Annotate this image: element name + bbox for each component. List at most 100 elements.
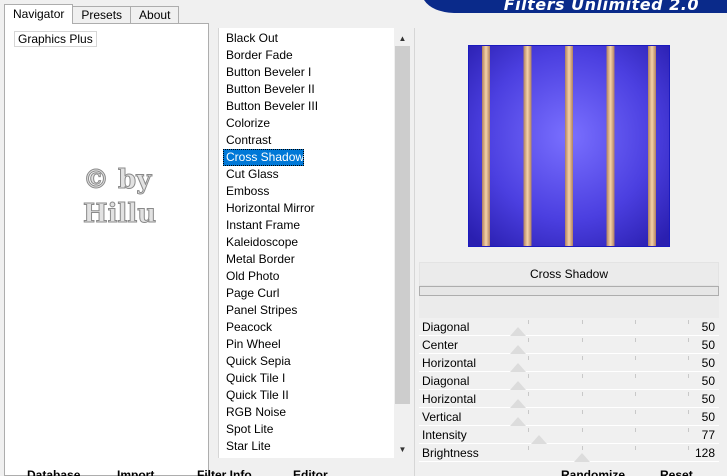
param-slider[interactable] xyxy=(475,372,689,390)
slider-thumb[interactable] xyxy=(510,327,526,336)
slider-tick xyxy=(528,320,529,324)
param-row: Horizontal 50 xyxy=(419,390,719,408)
filter-list-item[interactable]: Border Fade xyxy=(223,47,293,64)
tab-about[interactable]: About xyxy=(130,6,180,24)
filter-list-item[interactable]: Quick Tile I xyxy=(223,370,285,387)
param-slider[interactable] xyxy=(475,426,689,444)
watermark-logo: © by Hillu xyxy=(75,146,185,239)
param-value: 50 xyxy=(701,338,715,352)
import-button[interactable]: Import xyxy=(117,468,154,476)
slider-tick xyxy=(582,410,583,414)
param-row: Brightness 128 xyxy=(419,444,719,462)
slider-tick xyxy=(582,446,583,450)
slider-tick xyxy=(635,356,636,360)
slider-tick xyxy=(582,392,583,396)
filter-list-item[interactable]: Panel Stripes xyxy=(223,302,297,319)
scroll-down-arrow-icon[interactable]: ▼ xyxy=(394,441,411,458)
preview-pane: Cross Shadow Diagonal 50 Center 50 Horizonta… xyxy=(414,28,727,476)
filter-list-item[interactable]: Button Beveler III xyxy=(223,98,318,115)
param-value: 50 xyxy=(701,374,715,388)
slider-tick xyxy=(688,356,689,360)
param-row: Intensity 77 xyxy=(419,426,719,444)
slider-thumb[interactable] xyxy=(510,363,526,372)
slider-tick xyxy=(528,446,529,450)
preview-stripe xyxy=(523,46,532,246)
randomize-button[interactable]: Randomize xyxy=(561,468,625,476)
param-row: Center 50 xyxy=(419,336,719,354)
param-slider[interactable] xyxy=(475,444,689,462)
parameter-sliders: Diagonal 50 Center 50 Horizontal 50 Diagonal 50… xyxy=(419,318,719,462)
filter-list-item[interactable]: Colorize xyxy=(223,115,270,132)
scroll-thumb[interactable] xyxy=(395,46,410,404)
param-slider[interactable] xyxy=(475,390,689,408)
slider-thumb[interactable] xyxy=(510,345,526,354)
slider-thumb[interactable] xyxy=(510,399,526,408)
filter-list-item[interactable]: Pin Wheel xyxy=(223,336,281,353)
tab-presets[interactable]: Presets xyxy=(72,6,132,24)
param-label: Diagonal xyxy=(422,374,470,388)
filter-list-item[interactable]: RGB Noise xyxy=(223,404,286,421)
slider-tick xyxy=(688,374,689,378)
slider-tick xyxy=(582,356,583,360)
param-label: Horizontal xyxy=(422,356,477,370)
app-title: Filters Unlimited 2.0 xyxy=(503,0,699,14)
slider-tick xyxy=(688,410,689,414)
filter-list-item[interactable]: Button Beveler I xyxy=(223,64,311,81)
param-row: Diagonal 50 xyxy=(419,372,719,390)
filter-list-item[interactable]: Old Photo xyxy=(223,268,279,285)
filter-list-pane: Black Out Border Fade Button Beveler I Butt… xyxy=(218,28,411,458)
filter-list-item[interactable]: Instant Frame xyxy=(223,217,300,234)
filter-list-item[interactable]: Horizontal Mirror xyxy=(223,200,315,217)
tab-bar: Navigator Presets About xyxy=(4,4,180,24)
reset-button[interactable]: Reset xyxy=(660,468,693,476)
preview-stripe xyxy=(606,46,615,246)
filter-list-item[interactable]: Quick Sepia xyxy=(223,353,291,370)
filter-list-item[interactable]: Button Beveler II xyxy=(223,81,315,98)
param-row: Diagonal 50 xyxy=(419,318,719,336)
param-label: Vertical xyxy=(422,410,462,424)
filter-list-item[interactable]: Spot Lite xyxy=(223,421,273,438)
param-slider[interactable] xyxy=(475,336,689,354)
filter-list-item[interactable]: Kaleidoscope xyxy=(223,234,298,251)
filter-list-item[interactable]: Emboss xyxy=(223,183,269,200)
slider-tick xyxy=(635,374,636,378)
slider-thumb[interactable] xyxy=(531,435,547,444)
filter-list-item[interactable]: Metal Border xyxy=(223,251,295,268)
slider-tick xyxy=(528,374,529,378)
header-banner: Filters Unlimited 2.0 xyxy=(418,0,727,14)
param-slider[interactable] xyxy=(475,318,689,336)
filter-list[interactable]: Black Out Border Fade Button Beveler I Butt… xyxy=(223,30,395,456)
filter-list-item[interactable]: Peacock xyxy=(223,319,272,336)
filter-list-item[interactable]: Quick Tile II xyxy=(223,387,289,404)
slider-thumb[interactable] xyxy=(510,417,526,426)
slider-tick xyxy=(528,392,529,396)
slider-tick xyxy=(635,428,636,432)
filter-list-scrollbar[interactable]: ▲ ▼ xyxy=(394,28,411,458)
slider-thumb[interactable] xyxy=(574,453,590,462)
slider-tick xyxy=(688,428,689,432)
filter-list-item[interactable]: Cut Glass xyxy=(223,166,279,183)
param-slider[interactable] xyxy=(475,408,689,426)
preview-stripe xyxy=(565,46,573,246)
filter-list-item[interactable]: Star Lite xyxy=(223,438,271,455)
database-button[interactable]: Database xyxy=(27,468,80,476)
editor-button[interactable]: Editor xyxy=(293,468,328,476)
category-item-graphics-plus[interactable]: Graphics Plus xyxy=(14,31,97,47)
watermark-line1: © by xyxy=(83,165,152,195)
filter-list-item[interactable]: Contrast xyxy=(223,132,271,149)
slider-thumb[interactable] xyxy=(510,381,526,390)
scroll-up-arrow-icon[interactable]: ▲ xyxy=(394,30,411,47)
filter-list-item[interactable]: Cross Shadow xyxy=(223,149,305,166)
preview-image xyxy=(468,45,670,247)
tab-navigator[interactable]: Navigator xyxy=(4,4,74,24)
filter-list-item[interactable]: Black Out xyxy=(223,30,278,47)
slider-tick xyxy=(528,410,529,414)
slider-tick xyxy=(635,320,636,324)
slider-tick xyxy=(635,446,636,450)
watermark-line2: Hillu xyxy=(83,199,156,229)
filter-list-item[interactable]: Page Curl xyxy=(223,285,279,302)
param-slider[interactable] xyxy=(475,354,689,372)
filter-info-button[interactable]: Filter Info xyxy=(197,468,252,476)
param-value: 128 xyxy=(694,446,715,460)
param-value: 50 xyxy=(701,320,715,334)
